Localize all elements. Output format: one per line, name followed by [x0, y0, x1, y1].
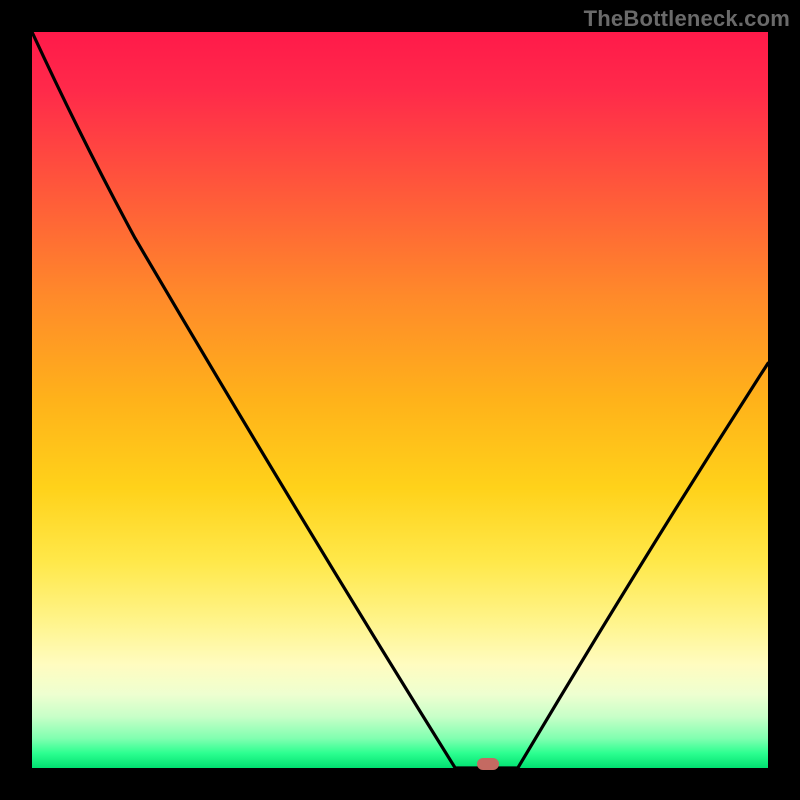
- bottleneck-curve: [32, 32, 768, 768]
- chart-stage: TheBottleneck.com: [0, 0, 800, 800]
- optimum-marker: [477, 758, 499, 770]
- plot-area: [32, 32, 768, 768]
- curve-path: [32, 32, 768, 768]
- watermark-text: TheBottleneck.com: [584, 6, 790, 32]
